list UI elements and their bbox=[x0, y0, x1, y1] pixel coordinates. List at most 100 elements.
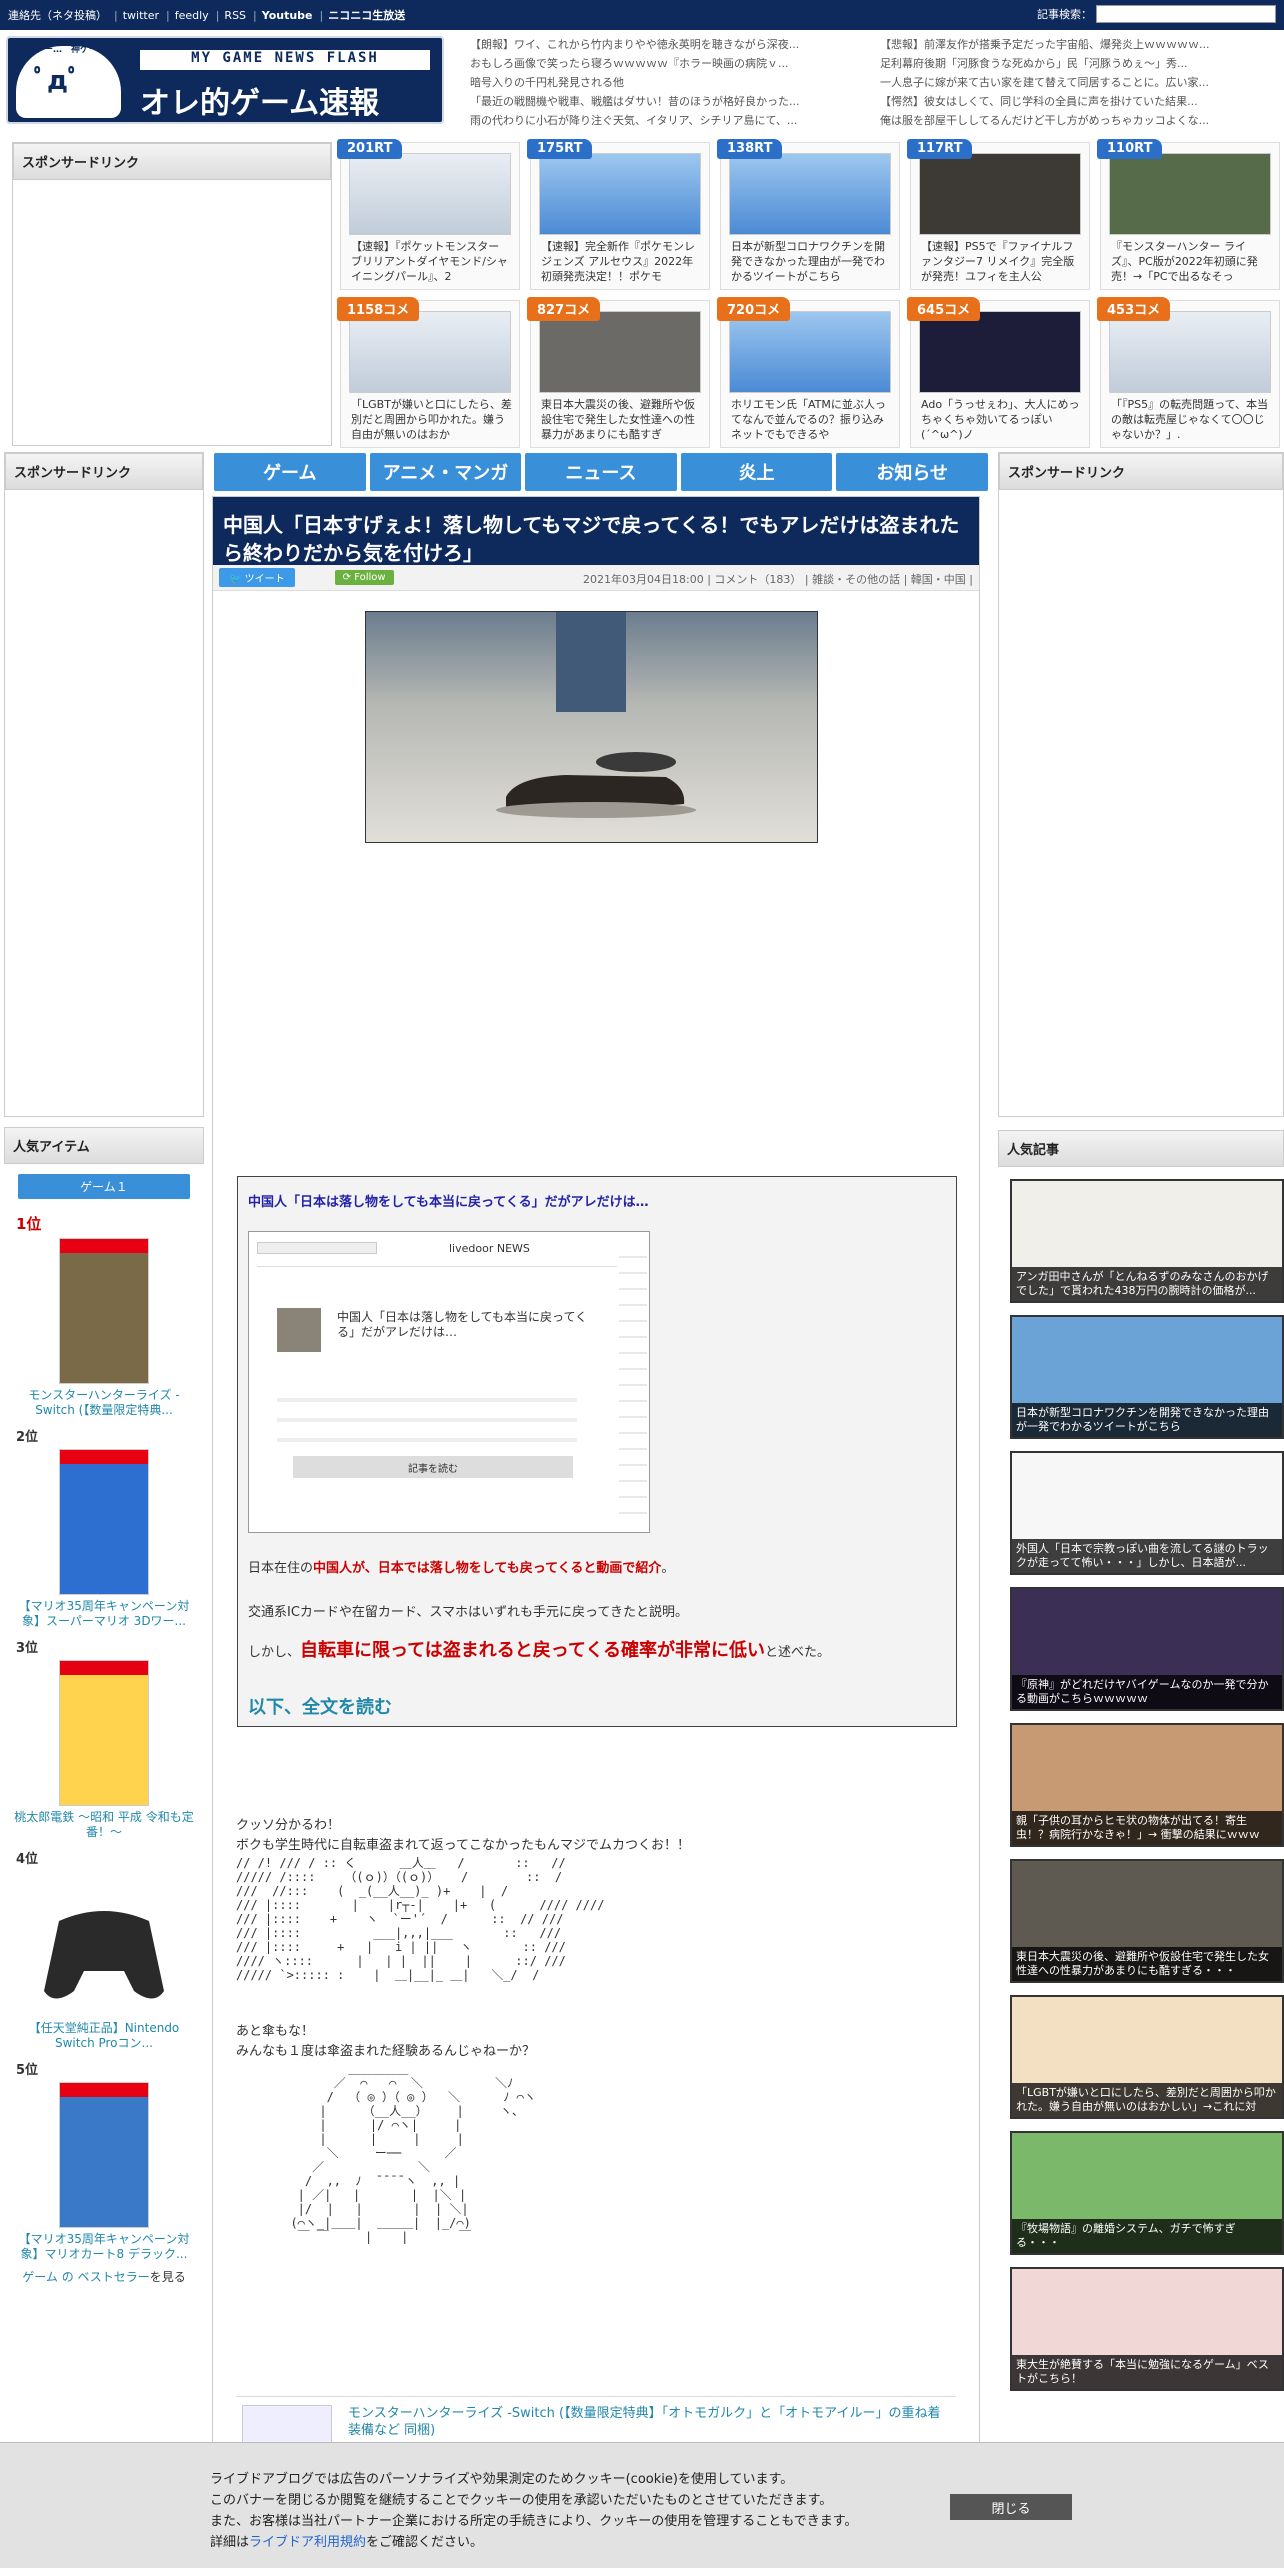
card-thumbnail bbox=[539, 153, 701, 235]
product-name[interactable]: モンスターハンターライズ -Switch (【数量限定特典... bbox=[4, 1384, 204, 1422]
head-news-link[interactable]: 【朗報】ワイ、これから竹内まりやや徳永英明を聴きながら深夜... bbox=[470, 36, 880, 53]
card-item[interactable]: 827コメ 東日本大震災の後、避難所や仮設住宅で発生した女性達への性暴力があまりに… bbox=[527, 297, 710, 448]
nav-tab-enjo[interactable]: 炎上 bbox=[680, 453, 833, 491]
rt-badge: 138RT bbox=[717, 139, 783, 159]
nav-tab-anime[interactable]: アニメ・マンガ bbox=[369, 453, 522, 491]
ranking-header: 人気アイテム bbox=[4, 1127, 204, 1164]
sponsor-box-top: スポンサードリンク bbox=[12, 142, 332, 446]
nav-tab-game[interactable]: ゲーム bbox=[214, 453, 366, 491]
amazon-product-link[interactable]: モンスターハンターライズ -Switch (【数量限定特典】「オトモガルク」と「… bbox=[236, 2396, 956, 2445]
rank-item[interactable]: 2位 【マリオ35周年キャンペーン対象】スーパーマリオ 3Dワー... bbox=[4, 1422, 204, 1633]
news-side-column bbox=[619, 1242, 647, 1522]
card-item[interactable]: 720コメホリエモン氏「ATMに並ぶ人ってなんで並んでるの？振り込みネットでもで… bbox=[717, 297, 900, 448]
rank-position: 1位 bbox=[16, 1215, 42, 1233]
search-area: 記事検索： bbox=[1037, 5, 1276, 23]
bestseller-link[interactable]: ゲーム の ベストセラー bbox=[22, 2270, 150, 2284]
product-title[interactable]: モンスターハンターライズ -Switch (【数量限定特典】「オトモガルク」と「… bbox=[348, 2405, 948, 2439]
news-headline: 中国人「日本は落し物をしても本当に戻ってくる」だがアレだけは… bbox=[337, 1310, 588, 1339]
card-thumbnail bbox=[349, 311, 511, 393]
card-item[interactable]: 1158コメ 「LGBTが嫌いと口にしたら、差別だと周囲から叩かれた。嫌う自由が無… bbox=[337, 297, 520, 448]
head-news-link[interactable]: おもしろ画像で笑ったら寝ろｗｗｗｗｗ『ホラー映画の病院ｖ... bbox=[470, 55, 880, 72]
cookie-close-button[interactable]: 閉じる bbox=[950, 2494, 1072, 2520]
rank-item[interactable]: 3位 桃太郎電鉄 ～昭和 平成 令和も定番！～ bbox=[4, 1633, 204, 1844]
quote-line-2: 交通系ICカードや在留カード、スマホはいずれも手元に戻ってきたと説明。 bbox=[248, 1605, 688, 1620]
comment-badge: 720コメ bbox=[717, 297, 791, 321]
ranking-tab-game[interactable]: ゲーム１ bbox=[18, 1174, 190, 1199]
search-input[interactable] bbox=[1096, 5, 1276, 23]
feedly-icon: ⟳ bbox=[342, 572, 355, 583]
popular-article[interactable]: 『牧場物語』の離婚システム、ガチで怖すぎる・・・ bbox=[1010, 2131, 1284, 2255]
popular-article[interactable]: 日本が新型コロナワクチンを開発できなかった理由が一発でわかるツイートがこちら bbox=[1010, 1315, 1284, 1439]
niconico-link[interactable]: ニコニコ生放送 bbox=[328, 7, 405, 23]
quote-highlight: 中国人が、日本では落し物をしても戻ってくると動画で紹介 bbox=[313, 1561, 662, 1576]
product-name[interactable]: 【任天堂純正品】Nintendo Switch Proコン... bbox=[4, 2017, 204, 2055]
follow-button[interactable]: ⟳ Follow bbox=[334, 570, 394, 585]
popular-article[interactable]: 「LGBTが嫌いと口にしたら、差別だと周囲から叩かれた。嫌う自由が無いのはおかし… bbox=[1010, 1995, 1284, 2119]
category-nav: ゲーム アニメ・マンガ ニュース 炎上 お知らせ bbox=[214, 453, 988, 491]
nav-tab-info[interactable]: お知らせ bbox=[836, 453, 988, 491]
head-news-link[interactable]: 俺は服を部屋干ししてるんだけど干し方がめっちゃカッコよくな... bbox=[880, 112, 1280, 129]
card-item[interactable]: 138RT 日本が新型コロナワクチンを開発できなかった理由が一発でわかるツイートが… bbox=[717, 139, 900, 290]
sponsor-box-right: スポンサードリンク bbox=[998, 452, 1284, 1117]
popular-title: 東大生が絶賛する「本当に勉強になるゲーム」ベストがこちら！ bbox=[1012, 2355, 1282, 2389]
popular-title: アンガ田中さんが「とんねるずのみなさんのおかげでした」で貰われた438万円の腕時… bbox=[1012, 1267, 1282, 1301]
product-name[interactable]: 【マリオ35周年キャンペーン対象】マリオカート8 デラック... bbox=[4, 2228, 204, 2266]
card-text: 【速報】PS5で『ファイナルファンタジー7 リメイク』完全版が発売！ユフィを主人… bbox=[921, 240, 1075, 283]
rank-position: 3位 bbox=[16, 1641, 39, 1656]
news-screenshot[interactable]: livedoor NEWS 中国人「日本は落し物をしても本当に戻ってくる」だがア… bbox=[248, 1231, 650, 1533]
ascii-art-1: // /! /// / :: く ＿人＿ / :: // ///// /::::… bbox=[236, 1856, 605, 1982]
youtube-link[interactable]: Youtube bbox=[262, 9, 313, 22]
popular-article[interactable]: 外国人「日本で宗教っぽい曲を流してる謎のトラックが走ってて怖い・・・」しかし、日… bbox=[1010, 1451, 1284, 1575]
product-name[interactable]: 【マリオ35周年キャンペーン対象】スーパーマリオ 3Dワー... bbox=[4, 1595, 204, 1633]
contact-link[interactable]: 連絡先（ネタ投稿） bbox=[8, 7, 107, 23]
nav-tab-news[interactable]: ニュース bbox=[525, 453, 677, 491]
card-text: ホリエモン氏「ATMに並ぶ人ってなんで並んでるの？振り込みネットでもできるや bbox=[731, 398, 886, 441]
popular-article[interactable]: 東日本大震災の後、避難所や仮設住宅で発生した女性達への性暴力があまりにも酷すぎる… bbox=[1010, 1859, 1284, 1983]
head-news-link[interactable]: 暗号入りの千円札発見される他 bbox=[470, 74, 880, 91]
tweet-button[interactable]: 🐦 ツイート bbox=[219, 568, 295, 587]
article-title: 中国人「日本すげぇよ！落し物してもマジで戻ってくる！でもアレだけは盗まれたら終わ… bbox=[213, 497, 979, 565]
read-more-link[interactable]: 以下、全文を読む bbox=[248, 1693, 392, 1719]
quote-body: 日本在住の中国人が、日本では落し物をしても戻ってくると動画で紹介。 交通系ICカ… bbox=[248, 1559, 948, 1663]
rt-badge: 110RT bbox=[1097, 139, 1163, 159]
popular-article[interactable]: 『原神』がどれだけヤバイゲームなのか一発で分かる動画がこちらｗｗｗｗｗ bbox=[1010, 1587, 1284, 1711]
cookie-line: また、お客様は当社パートナー企業における所定の手続きにより、クッキーの使用を管理… bbox=[210, 2514, 858, 2529]
popular-title: 日本が新型コロナワクチンを開発できなかった理由が一発でわかるツイートがこちら bbox=[1012, 1403, 1282, 1437]
card-thumbnail bbox=[729, 153, 891, 235]
head-news-link[interactable]: 「最近の戦闘機や戦車、戦艦はダサい！昔のほうが格好良かった... bbox=[470, 93, 880, 110]
popular-article[interactable]: アンガ田中さんが「とんねるずのみなさんのおかげでした」で貰われた438万円の腕時… bbox=[1010, 1179, 1284, 1303]
rank-item[interactable]: 4位 【任天堂純正品】Nintendo Switch Proコン... bbox=[4, 1844, 204, 2055]
quote-title[interactable]: 中国人「日本は落し物をしても本当に戻ってくる」だがアレだけは… bbox=[248, 1191, 649, 1210]
popular-article[interactable]: 東大生が絶賛する「本当に勉強になるゲーム」ベストがこちら！ bbox=[1010, 2267, 1284, 2391]
head-news-link[interactable]: 一人息子に嫁が来て古い家を建て替えて同居することに。広い家... bbox=[880, 74, 1280, 91]
site-logo[interactable]: 神ゲー… 神ゲー… ﾟдﾟ MY GAME NEWS FLASH オレ的ゲーム速… bbox=[6, 36, 444, 124]
popular-article[interactable]: 親「子供の耳からヒモ状の物体が出てる！寄生虫！？病院行かなきゃ！」→ 衝撃の結果… bbox=[1010, 1723, 1284, 1847]
popular-title: 親「子供の耳からヒモ状の物体が出てる！寄生虫！？病院行かなきゃ！」→ 衝撃の結果… bbox=[1012, 1811, 1282, 1845]
terms-link[interactable]: ライブドア利用規約 bbox=[249, 2535, 366, 2550]
head-news-link[interactable]: 雨の代わりに小石が降り注ぐ天気、イタリア、シチリア島にて、... bbox=[470, 112, 880, 129]
head-news-link[interactable]: 【愕然】彼女はしくて、同じ学科の全員に声を掛けていた結果... bbox=[880, 93, 1280, 110]
cookie-line: ライブドアブログでは広告のパーソナライズや効果測定のためクッキー(cookie)… bbox=[210, 2472, 794, 2487]
card-thumbnail bbox=[349, 153, 511, 235]
news-lines bbox=[277, 1382, 577, 1452]
rank-item[interactable]: 1位 モンスターハンターライズ -Switch (【数量限定特典... bbox=[4, 1209, 204, 1422]
card-item[interactable]: 117RT 【速報】PS5で『ファイナルファンタジー7 リメイク』完全版が発売！ユ… bbox=[907, 139, 1090, 290]
quote-line-3: しかし、自転車に限っては盗まれると戻ってくる確率が非常に低いと述べた。 bbox=[248, 1641, 948, 1663]
rank-item[interactable]: 5位 【マリオ35周年キャンペーン対象】マリオカート8 デラック... bbox=[4, 2055, 204, 2266]
head-news-link[interactable]: 【悲報】前澤友作が搭乗予定だった宇宙船、爆発炎上ｗｗｗｗｗ... bbox=[880, 36, 1280, 53]
head-news-link[interactable]: 足利幕府後期「河豚食うな死ぬから」民「河豚うめぇ～」秀... bbox=[880, 55, 1280, 72]
article-main-image bbox=[365, 611, 818, 843]
card-text: 日本が新型コロナワクチンを開発できなかった理由が一発でわかるツイートがこちら bbox=[731, 240, 885, 283]
feedly-link[interactable]: feedly bbox=[175, 9, 209, 22]
twitter-link[interactable]: twitter bbox=[123, 9, 159, 22]
card-item[interactable]: 201RT 【速報】『ポケットモンスター ブリリアントダイヤモンド/シャイニングパ… bbox=[337, 139, 520, 290]
search-label: 記事検索： bbox=[1037, 8, 1092, 21]
quote-text: 。 bbox=[661, 1561, 675, 1576]
card-item[interactable]: 645コメ Ado「うっせぇわ」、大人にめっちゃくちゃ効いてるっぽい(´^ω^)ノ bbox=[907, 297, 1090, 448]
card-item[interactable]: 175RT 【速報】完全新作『ポケモンレジェンズ アルセウス』2022年初頭発売決… bbox=[527, 139, 710, 290]
product-name[interactable]: 桃太郎電鉄 ～昭和 平成 令和も定番！～ bbox=[4, 1806, 204, 1844]
product-image bbox=[34, 1871, 174, 2017]
card-item[interactable]: 110RT 『モンスターハンター ライズ』、PC版が2022年初頭に発売！→「PC… bbox=[1097, 139, 1280, 290]
card-item[interactable]: 453コメ 「『PS5』の転売問題って、本当の敵は転売屋じゃなくて〇〇じゃないか？… bbox=[1097, 297, 1280, 448]
rss-link[interactable]: RSS bbox=[224, 9, 246, 22]
